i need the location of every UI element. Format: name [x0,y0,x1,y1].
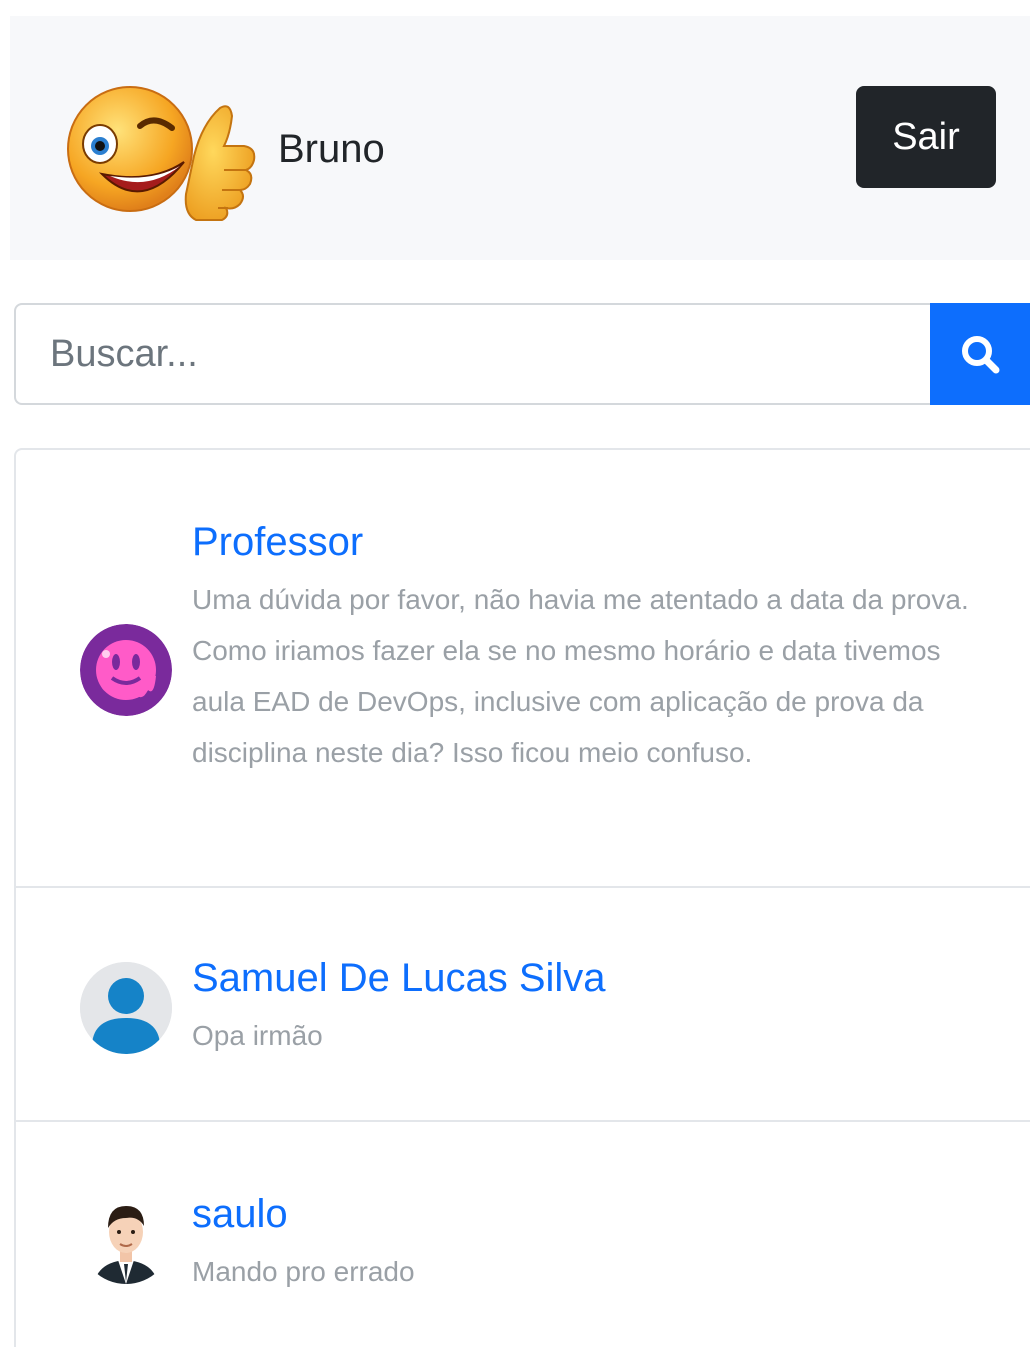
conversation-name: Samuel De Lucas Silva [192,956,606,1000]
user-name: Bruno [278,126,385,171]
melting-smiley-avatar-icon [80,624,172,716]
conversation-name: Professor [192,520,364,564]
conversation-preview: Opa irmão [192,1020,323,1051]
search-input[interactable] [14,303,930,405]
conversation-list: Professor Uma dúvida por favor, não havi… [14,448,1030,1347]
search-bar [14,303,1030,405]
search-button[interactable] [930,303,1030,405]
top-header: Bruno Sair [10,16,1030,260]
search-icon [962,336,1000,374]
conversation-preview: Mando pro errado [192,1256,415,1287]
conversation-item[interactable]: Professor Uma dúvida por favor, não havi… [16,450,1030,888]
conversation-preview: Uma dúvida por favor, não havia me atent… [192,584,969,768]
conversation-item[interactable]: saulo Mando pro errado [16,1122,1030,1349]
logout-button[interactable]: Sair [856,86,996,188]
conversation-name: saulo [192,1192,288,1236]
conversation-item[interactable]: Samuel De Lucas Silva Opa irmão [16,888,1030,1122]
current-user: Bruno [62,74,385,224]
default-user-avatar-icon [80,962,172,1054]
user-avatar-icon [62,74,262,224]
man-in-suit-avatar-icon [80,1192,172,1284]
